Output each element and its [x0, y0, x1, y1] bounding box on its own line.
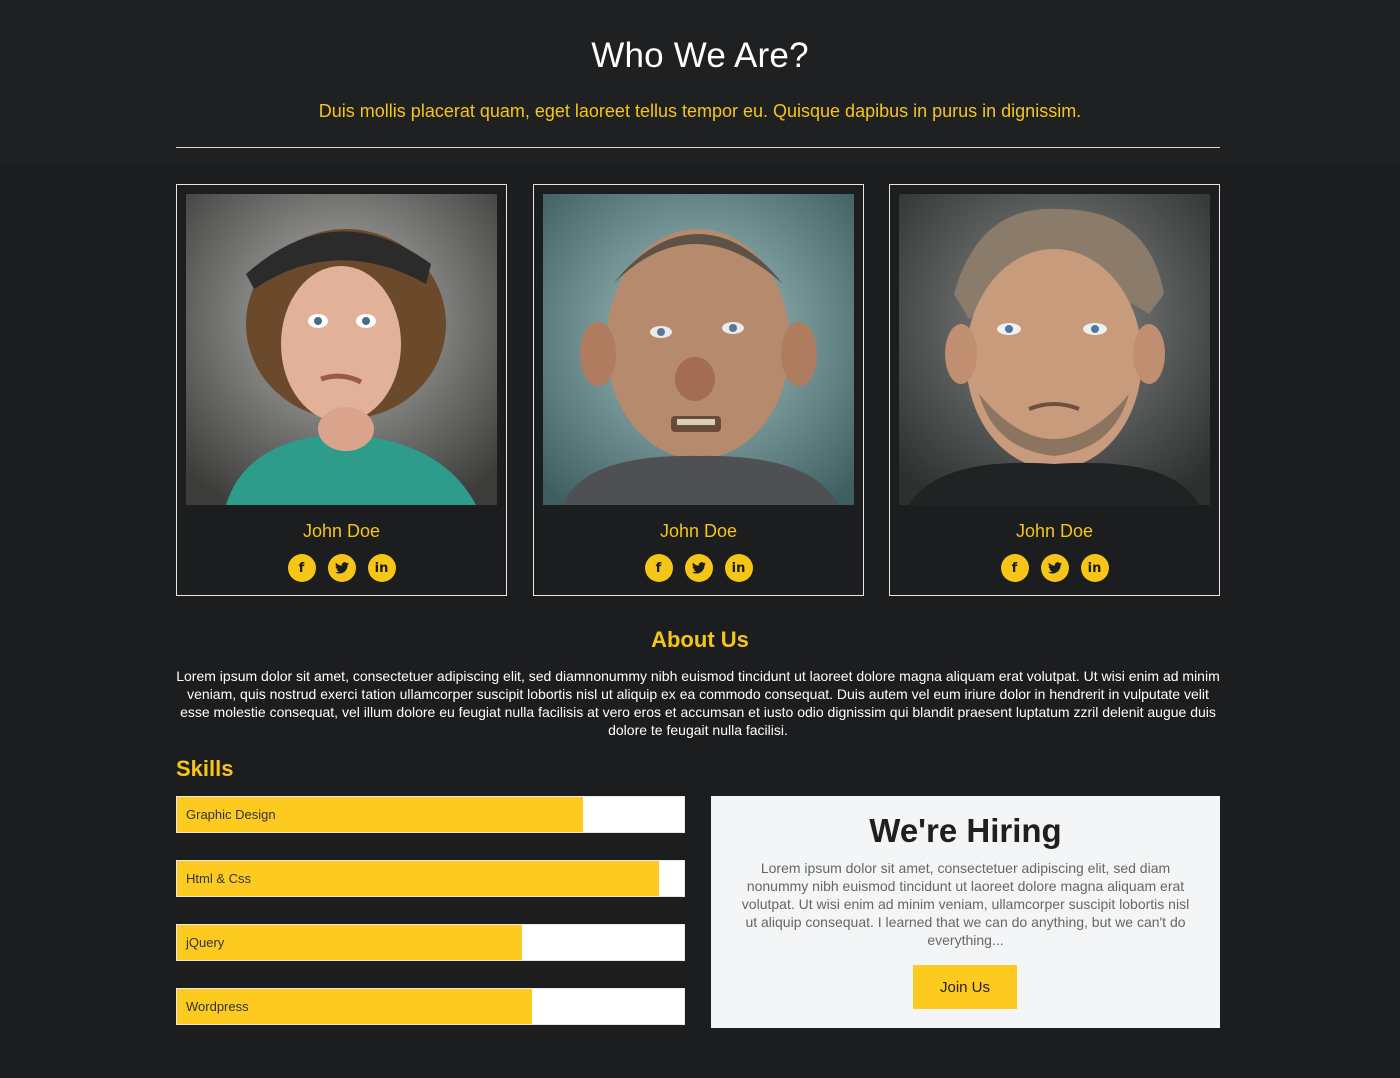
hiring-panel: We're Hiring Lorem ipsum dolor sit amet,… — [711, 796, 1220, 1028]
portrait-bearded-man — [899, 194, 1210, 505]
team-member-name: John Doe — [1015, 521, 1094, 541]
page-subtitle: Duis mollis placerat quam, eget laoreet … — [318, 101, 1082, 121]
team-photo — [543, 194, 854, 505]
team-member-name: John Doe — [302, 521, 381, 541]
social-links: f in — [890, 554, 1219, 582]
twitter-icon[interactable] — [1040, 554, 1069, 582]
facebook-icon[interactable]: f — [287, 554, 316, 582]
facebook-icon[interactable]: f — [1000, 554, 1029, 582]
team-member-name: John Doe — [659, 521, 738, 541]
skill-label: Wordpress — [186, 999, 249, 1014]
twitter-icon[interactable] — [327, 554, 356, 582]
header-band — [0, 0, 1400, 164]
team-card: John Doe f in — [533, 184, 864, 596]
social-links: f in — [534, 554, 863, 582]
skills-list: Graphic Design Html & Css jQuery Wordpre… — [176, 796, 685, 1052]
portrait-curly-hair-cap — [186, 194, 497, 505]
hiring-text: Lorem ipsum dolor sit amet, consectetuer… — [741, 860, 1190, 948]
team-cards: John Doe f in John Doe f in John Doe f i… — [176, 184, 1220, 596]
skill-label: jQuery — [186, 935, 225, 950]
team-photo — [899, 194, 1210, 505]
twitter-icon[interactable] — [684, 554, 713, 582]
page-title: Who We Are? — [591, 36, 809, 75]
linkedin-icon[interactable]: in — [367, 554, 396, 582]
linkedin-icon[interactable]: in — [1080, 554, 1109, 582]
social-links: f in — [177, 554, 506, 582]
about-text: Lorem ipsum dolor sit amet, consectetuer… — [176, 668, 1220, 738]
skills-title: Skills — [176, 756, 234, 781]
skill-bar: Wordpress — [176, 988, 685, 1025]
skill-label: Graphic Design — [186, 807, 276, 822]
about-title: About Us — [651, 627, 749, 652]
header-divider — [176, 147, 1220, 148]
hiring-title: We're Hiring — [869, 812, 1062, 849]
skill-bar-fill — [177, 925, 522, 960]
skill-label: Html & Css — [186, 871, 251, 886]
facebook-icon[interactable]: f — [644, 554, 673, 582]
team-card: John Doe f in — [889, 184, 1220, 596]
skill-bar: jQuery — [176, 924, 685, 961]
skill-bar: Graphic Design — [176, 796, 685, 833]
join-us-button[interactable]: Join Us — [913, 965, 1017, 1009]
portrait-grimacing-man — [543, 194, 854, 505]
skill-bar: Html & Css — [176, 860, 685, 897]
team-photo — [186, 194, 497, 505]
team-card: John Doe f in — [176, 184, 507, 596]
linkedin-icon[interactable]: in — [724, 554, 753, 582]
